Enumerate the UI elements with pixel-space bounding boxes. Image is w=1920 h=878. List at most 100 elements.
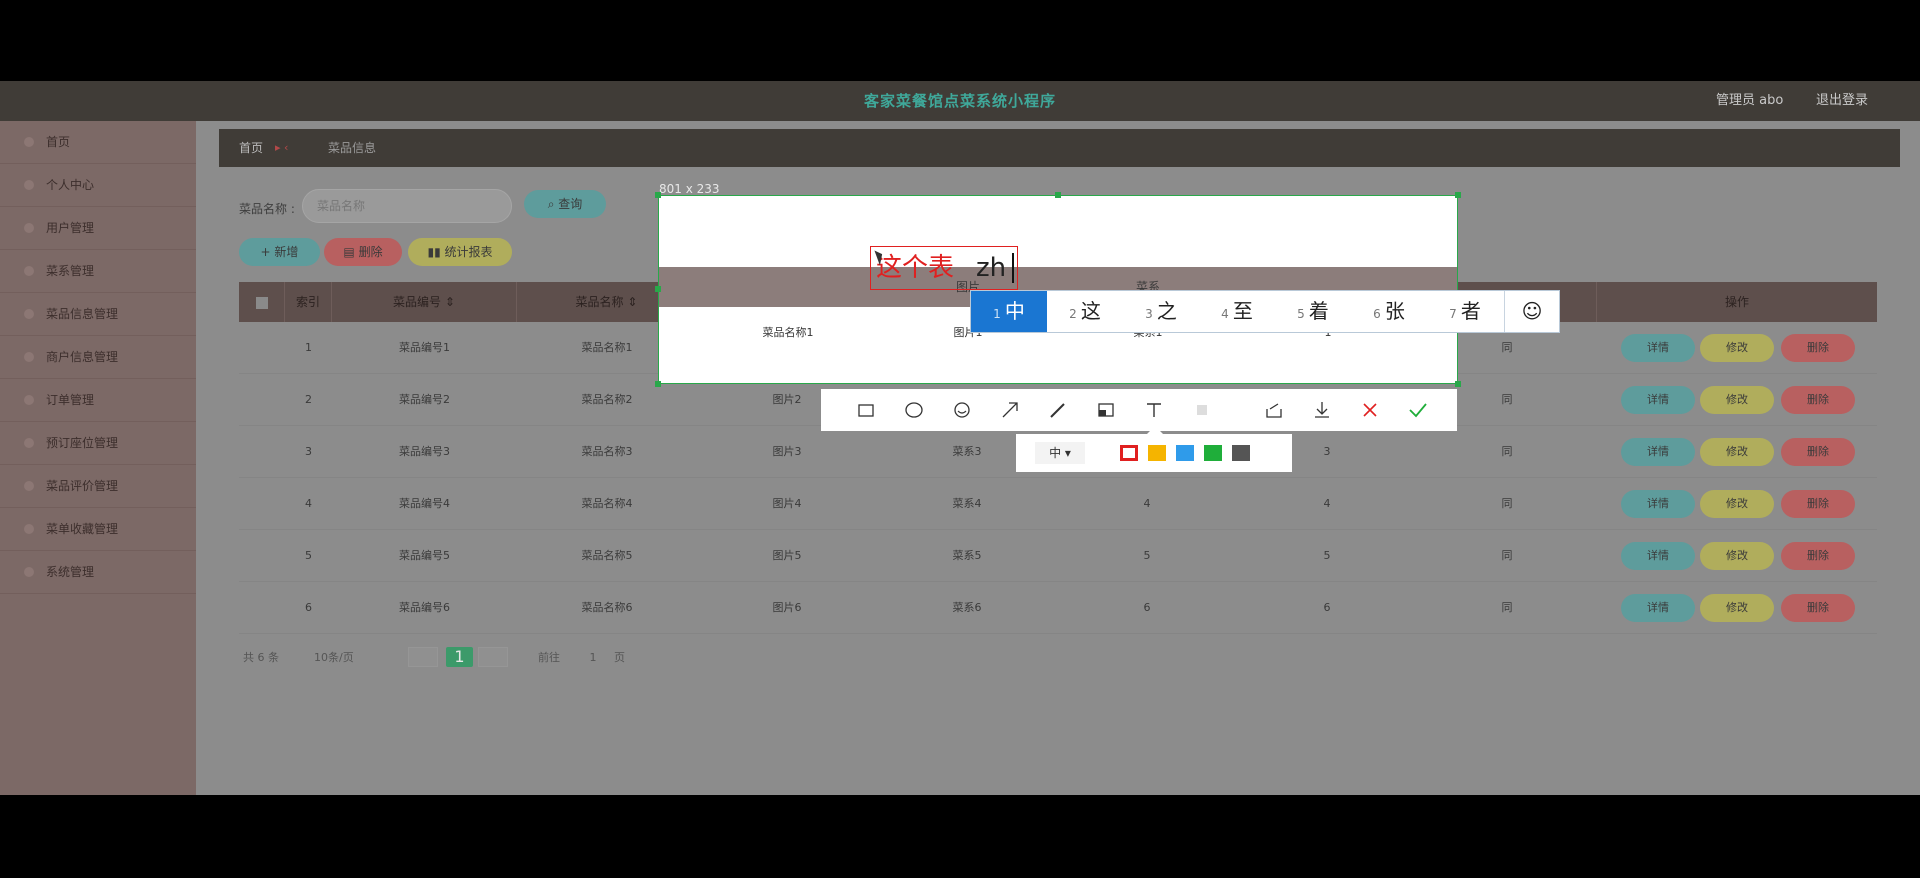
pen-icon[interactable] [1045,397,1071,423]
detail-button[interactable]: 详情 [1621,542,1695,570]
ime-candidate[interactable]: 2这 [1047,291,1123,332]
sidebar-item-home[interactable]: 首页 [0,121,196,164]
delete-button[interactable]: 删除 [1781,438,1855,466]
page-size-select[interactable]: 10条/页 [314,648,354,668]
sidebar-item-orders[interactable]: 订单管理 [0,379,196,422]
prev-page-button[interactable] [408,647,438,667]
delete-button[interactable]: 删除 [1781,542,1855,570]
text-caret [1012,253,1014,283]
resize-handle[interactable] [655,286,661,292]
rectangle-icon[interactable] [853,397,879,423]
color-swatch-yellow[interactable] [1148,445,1166,461]
color-swatch-gray[interactable] [1232,445,1250,461]
share-icon[interactable] [1261,397,1287,423]
sidebar-item-merchants[interactable]: 商户信息管理 [0,336,196,379]
logout-link[interactable]: 退出登录 [1816,81,1868,121]
edit-button[interactable]: 修改 [1700,490,1774,518]
ime-candidate[interactable]: 4至 [1199,291,1275,332]
ime-candidate[interactable]: 1中 [971,291,1047,332]
detail-button[interactable]: 详情 [1621,334,1695,362]
sidebar-item-cuisines[interactable]: 菜系管理 [0,250,196,293]
table-cell-index: 6 [305,601,312,614]
cancel-icon[interactable] [1357,397,1383,423]
table-cell-c7: 6 [1323,601,1331,614]
sidebar-item-favorites[interactable]: 菜单收藏管理 [0,508,196,551]
ime-candidate[interactable]: 7者 [1427,291,1503,332]
page-button-current[interactable]: 1 [446,647,473,667]
resize-handle[interactable] [1055,192,1061,198]
download-icon[interactable] [1309,397,1335,423]
detail-button[interactable]: 详情 [1621,594,1695,622]
add-button[interactable]: + 新增 [239,238,320,266]
search-input[interactable]: 菜品名称 [302,189,512,223]
users-icon [24,223,34,233]
ime-candidate[interactable]: 5着 [1275,291,1351,332]
col-header-actions: 操作 [1724,295,1749,309]
breadcrumb-home[interactable]: 首页 [239,129,263,167]
goto-input[interactable]: 1 [584,648,602,668]
text-icon[interactable] [1141,397,1167,423]
sidebar-item-label: 订单管理 [46,393,95,407]
mosaic-icon[interactable] [1093,397,1119,423]
user-icon [24,180,34,190]
delete-button[interactable]: 删除 [1781,386,1855,414]
bulk-delete-button[interactable]: ▤ 删除 [324,238,402,266]
stats-button[interactable]: ▮▮ 统计报表 [408,238,512,266]
delete-button[interactable]: 删除 [1781,334,1855,362]
heart-icon [24,524,34,534]
resize-handle[interactable] [655,192,661,198]
search-label: 菜品名称 : [239,202,295,216]
table-cell-cuisine: 菜系6 [952,601,982,614]
table-cell-image: 图片5 [772,549,802,562]
table-cell-image: 图片3 [772,445,802,458]
sidebar-item-dishes[interactable]: 菜品信息管理 [0,293,196,336]
detail-button[interactable]: 详情 [1621,438,1695,466]
table-cell-index: 5 [305,549,312,562]
goto-label: 前往 [538,651,560,664]
sidebar-item-reviews[interactable]: 菜品评价管理 [0,465,196,508]
emoji-icon[interactable]: ☺ [1505,291,1559,332]
table-cell-cuisine: 菜系5 [952,549,982,562]
edit-button[interactable]: 修改 [1700,438,1774,466]
edit-button[interactable]: 修改 [1700,386,1774,414]
edit-button[interactable]: 修改 [1700,594,1774,622]
sidebar-item-reservations[interactable]: 预订座位管理 [0,422,196,465]
ime-candidate-char: 张 [1384,299,1405,323]
table-cell-image: 图片6 [772,601,802,614]
next-page-button[interactable] [478,647,508,667]
breadcrumb-current: 菜品信息 [328,141,377,155]
col-header-code-label: 菜品编号 [393,295,442,309]
detail-button[interactable]: 详情 [1621,490,1695,518]
delete-button[interactable]: 删除 [1781,594,1855,622]
sort-icon: ⇕ [441,295,455,309]
table-cell-image: 图片4 [772,497,802,510]
stats-button-label: 统计报表 [444,245,493,259]
confirm-icon[interactable] [1405,397,1431,423]
col-header-code[interactable]: 菜品编号 ⇕ [332,282,517,322]
ime-candidate[interactable]: 3之 [1123,291,1199,332]
select-all-checkbox[interactable] [239,282,285,322]
arrow-icon[interactable] [997,397,1023,423]
color-swatch-blue[interactable] [1176,445,1194,461]
font-size-select[interactable]: 中 ▾ [1035,442,1085,464]
color-swatch-red[interactable] [1120,445,1138,461]
delete-button[interactable]: 删除 [1781,490,1855,518]
undo-icon[interactable] [1189,397,1215,423]
query-button[interactable]: ⌕ 查询 [524,190,606,218]
edit-button[interactable]: 修改 [1700,334,1774,362]
ime-candidate[interactable]: 6张 [1351,291,1427,332]
table-cell-name: 菜品名称5 [581,549,633,562]
sidebar-item-users[interactable]: 用户管理 [0,207,196,250]
resize-handle[interactable] [655,381,661,387]
resize-handle[interactable] [1455,192,1461,198]
detail-button[interactable]: 详情 [1621,386,1695,414]
sidebar-item-label: 个人中心 [46,178,95,192]
ellipse-icon[interactable] [901,397,927,423]
color-swatch-green[interactable] [1204,445,1222,461]
resize-handle[interactable] [1455,381,1461,387]
sidebar-item-profile[interactable]: 个人中心 [0,164,196,207]
ime-candidate-char: 至 [1232,299,1253,323]
edit-button[interactable]: 修改 [1700,542,1774,570]
marker-icon[interactable] [949,397,975,423]
sidebar-item-system[interactable]: 系统管理 [0,551,196,594]
